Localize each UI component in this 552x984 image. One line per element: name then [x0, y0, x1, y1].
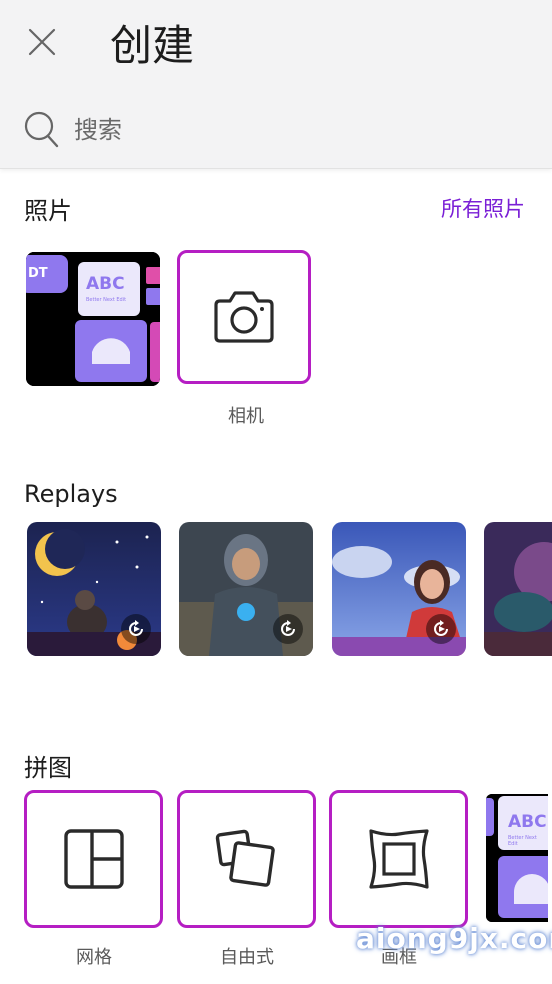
- grid-collage-button[interactable]: [24, 790, 163, 928]
- grid-layout-icon: [63, 829, 124, 889]
- photos-section-title: 照片: [24, 197, 72, 225]
- watermark: aiong9jx.com: [356, 922, 552, 955]
- header: 创建: [0, 0, 552, 169]
- replay-icon: [426, 614, 456, 644]
- freestyle-collage-button[interactable]: [177, 790, 316, 928]
- close-icon: [28, 28, 56, 56]
- all-photos-link[interactable]: 所有照片: [441, 193, 525, 223]
- recent-photo-thumbnail[interactable]: DT ABC Better Next Edit: [26, 252, 160, 386]
- replay-icon: [273, 614, 303, 644]
- replay-item[interactable]: [484, 522, 552, 656]
- frame-icon: [368, 829, 429, 889]
- replay-item[interactable]: [332, 522, 466, 656]
- camera-label: 相机: [228, 406, 264, 427]
- thumb-card-subtext: Better Next Edit: [86, 297, 127, 303]
- preview-card-text: ABC: [508, 812, 547, 832]
- thumb-card-text: ABC: [86, 274, 125, 294]
- search-icon: [24, 111, 59, 148]
- search-bar[interactable]: [24, 106, 524, 154]
- replay-item[interactable]: [179, 522, 313, 656]
- thumb-badge-text: DT: [28, 266, 48, 281]
- frame-collage-button[interactable]: [329, 790, 468, 928]
- preview-card-subtext: Better Next Edit: [508, 835, 537, 847]
- close-button[interactable]: [24, 24, 60, 60]
- replays-section-title: Replays: [24, 480, 118, 508]
- grid-collage-label: 网格: [76, 947, 112, 968]
- freestyle-icon: [215, 829, 275, 887]
- replay-item[interactable]: [27, 522, 161, 656]
- camera-icon: [214, 291, 274, 343]
- camera-button[interactable]: [177, 250, 311, 384]
- search-input[interactable]: [72, 106, 496, 154]
- freestyle-collage-label: 自由式: [220, 947, 274, 968]
- collage-section-title: 拼图: [24, 754, 72, 782]
- collage-preview-thumbnail[interactable]: ABC Better Next Edit: [486, 794, 548, 922]
- fantasy-tree-image: [484, 522, 552, 656]
- replay-icon: [121, 614, 151, 644]
- page-title: 创建: [110, 21, 195, 70]
